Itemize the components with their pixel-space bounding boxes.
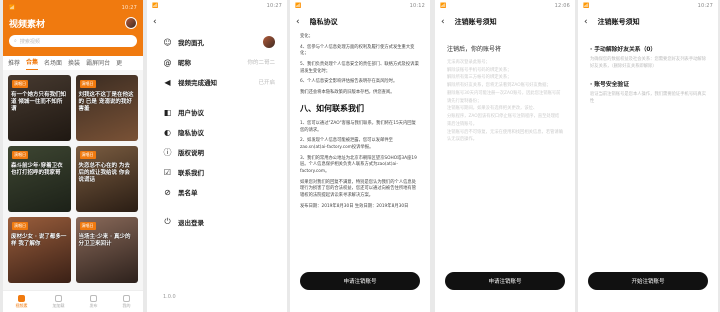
cancel-notice-screen: 📶 12:06 ‹ 注销账号须知 注销后，你的账号将 无法再次登录此账号； 解除该账… [435,0,575,312]
settings-row-nickname[interactable]: @ 昵称 你的二哥二 [147,52,287,72]
step-heading: · 账号安全验证 [590,81,630,88]
video-grid: 演唱日 有一个她方只有我们知道 倾城一往而不知所谓 演唱日 刘我这不这丁是在他这的 … [3,70,143,288]
settings-row-logout[interactable]: ⏻ 退出登录 [147,212,287,232]
notice-list: 无法再次登录此账号； 解除该账号手机号码的绑定关系； 解除所有第三方帐号的绑定关… [447,60,564,143]
nav-mine[interactable]: 我的 [123,294,131,309]
tab-outfit[interactable]: 换装 [68,58,80,70]
version-text: 1.0.0 [163,294,176,300]
avatar [263,36,275,48]
privacy-icon: ◐ [164,127,171,137]
settings-row-contact[interactable]: ☑ 联系我们 [147,162,287,182]
step-heading: · 手动解除好友关系（0） [590,47,657,53]
back-icon[interactable]: ‹ [153,17,157,27]
settings-row-blacklist[interactable]: ⊘ 黑名单 [147,182,287,202]
page-title: 视频素材 [9,19,46,30]
tab-more[interactable]: 更 [116,58,122,70]
settings-row-notify[interactable]: ◀ 视频完成通知 已开启 [147,72,287,92]
document-icon: ◧ [163,107,172,117]
back-icon[interactable]: ‹ [584,17,588,27]
settings-row-user-agreement[interactable]: ◧ 用户协议 [147,102,287,122]
video-card[interactable]: 演唱日 有一个她方只有我们知道 倾城一往而不知所谓 [8,75,71,141]
privacy-text: 变化； 4、您参与个人信息处理方面的权利及履行使方式发生重大变化； 5、我们负责… [300,34,419,209]
page-title: 注销账号须知 [454,18,497,26]
settings-screen: 📶 10:27 ‹ ☺ 我的面孔 @ 昵称 你的二哥二 ◀ 视频完成通知 已开启 ◧ 用户协议… [147,0,287,312]
info-icon: ⓘ [163,147,172,157]
status-bar: 📶 10:12 [295,3,425,9]
section-heading: 八、如何联系我们 [300,103,364,113]
nav-video[interactable]: 视频素 [16,294,28,309]
status-bar: 📶 12:06 [440,3,570,9]
at-icon: @ [163,57,172,67]
tab-same-stage[interactable]: 霸屏同台 [86,58,110,70]
step-description: 为确保您的数据权益及社会关系：您需要您好友列表手动解除好友关系，（删除好友关系即… [590,57,707,70]
video-card[interactable]: 演唱日 废材少女 · 说了都多一样 我了解你 [8,217,71,283]
tab-recommend[interactable]: 推荐 [8,58,20,70]
nav-publish[interactable]: 发布 [90,294,98,309]
video-card[interactable]: 演唱日 刘我这不这丁是在他这的 已是 宠溺说的我好害羞 [75,75,138,141]
search-input[interactable]: ⌕ 搜索视频 [9,35,137,47]
apply-cancel-account-button[interactable]: 申请注销账号 [300,272,420,290]
cancel-steps-screen: 📶 10:27 ‹ 注销账号须知 · 手动解除好友关系（0） 为确保您的数据权益及社… [578,0,718,312]
back-icon[interactable]: ‹ [441,17,445,27]
settings-row-face[interactable]: ☺ 我的面孔 [147,32,287,52]
start-cancel-account-button[interactable]: 开始注销账号 [588,272,708,290]
page-title: 隐私协议 [309,18,338,26]
grid-icon [55,294,62,302]
status-bar: 📶 10:27 [9,5,137,11]
contact-icon: ☑ [163,167,172,177]
video-icon [18,294,25,302]
video-card[interactable]: 演唱日 森斗前少年·穿着卫衣也打打招呼的我家哥 [8,146,71,212]
plus-icon [90,294,97,302]
nav-loading[interactable]: 加加载 [53,294,65,309]
status-bar: 📶 10:27 [152,3,282,9]
apply-cancel-account-button[interactable]: 申请注销账号 [445,272,565,290]
category-tabs: 推荐 合集 名场面 换装 霸屏同台 更 [3,56,143,70]
avatar[interactable] [125,17,137,29]
back-icon[interactable]: ‹ [296,17,300,27]
tab-famous-scene[interactable]: 名场面 [44,58,62,70]
search-icon: ⌕ [14,38,17,44]
tab-collection[interactable]: 合集 [26,57,39,70]
block-icon: ⊘ [164,187,171,197]
video-card[interactable]: 演唱日 失恋总不心在的 为去后的成让我给说 你会说谎话 [75,146,138,212]
settings-row-copyright[interactable]: ⓘ 版权说明 [147,142,287,162]
status-bar: 📶 10:27 [583,3,713,9]
power-icon: ⏻ [164,217,171,226]
page-title: 注销账号须知 [597,18,640,26]
bottom-nav: 视频素 加加载 发布 我的 [3,290,143,312]
home-screen: 📶 10:27 视频素材 ⌕ 搜索视频 推荐 合集 名场面 换装 霸屏同台 更 演… [3,0,143,312]
notice-lead: 注销后，你的账号将 [447,46,502,53]
user-icon [123,294,130,302]
step-description: 验证当前注销账号是您本人操作，我们需要验证手机号码真实性 [590,91,707,104]
speaker-icon: ◀ [164,77,171,87]
settings-row-privacy[interactable]: ◐ 隐私协议 [147,122,287,142]
video-card[interactable]: 演唱日 当场主·少来 · 真少的 分卫卫来回计 [75,217,138,283]
screens-strip: 📶 10:27 视频素材 ⌕ 搜索视频 推荐 合集 名场面 换装 霸屏同台 更 演… [0,0,720,312]
face-icon: ☺ [163,37,172,47]
home-header: 📶 10:27 视频素材 ⌕ 搜索视频 [3,0,143,56]
privacy-screen: 📶 10:12 ‹ 隐私协议 变化； 4、您参与个人信息处理方面的权利及履行使方式发… [290,0,430,312]
